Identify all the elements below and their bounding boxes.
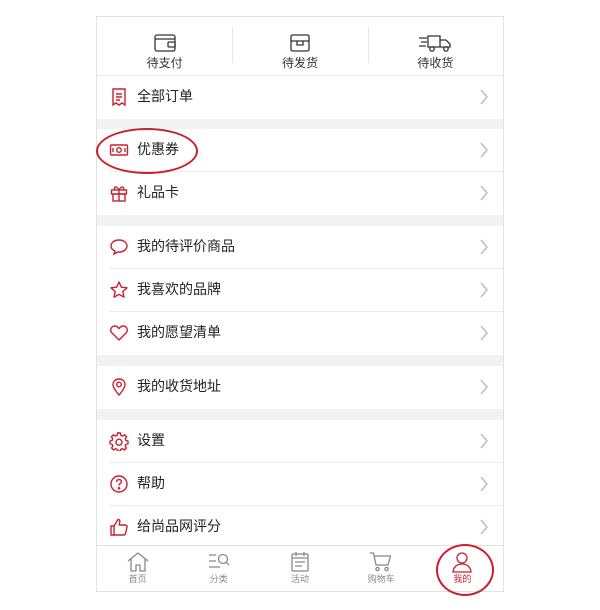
menu-item-label: 全部订单	[137, 89, 193, 105]
section-gap	[97, 409, 503, 420]
user-icon	[452, 552, 473, 573]
chevron-right-icon	[480, 519, 488, 535]
menu-item-gift-card[interactable]: 礼品卡	[97, 172, 503, 215]
menu-item-label: 我的愿望清单	[137, 325, 221, 341]
tab-label: 购物车	[367, 575, 395, 585]
menu-item-label: 我的收货地址	[137, 379, 221, 395]
menu-item-all-orders[interactable]: 全部订单	[97, 76, 503, 119]
menu-item-label: 优惠券	[137, 142, 179, 158]
coupon-icon	[109, 144, 129, 156]
order-status-pending-payment[interactable]: 待支付	[97, 17, 232, 75]
tab-events[interactable]: 活动	[259, 546, 340, 591]
tab-cart[interactable]: 购物车	[341, 546, 422, 591]
category-search-icon	[208, 553, 230, 568]
menu-item-shipping-address[interactable]: 我的收货地址	[97, 366, 503, 409]
order-status-pending-shipment[interactable]: 待发货	[232, 17, 367, 75]
order-status-bar: 待支付 待发货 待收货	[97, 17, 503, 75]
cart-icon	[370, 552, 392, 572]
menu-item-label: 我喜欢的品牌	[137, 282, 221, 298]
tab-home[interactable]: 首页	[97, 546, 178, 591]
section-gap	[97, 215, 503, 226]
menu-item-label: 礼品卡	[137, 185, 179, 201]
menu-item-pending-reviews[interactable]: 我的待评价商品	[97, 226, 503, 269]
section-gap	[97, 119, 503, 129]
chevron-right-icon	[480, 325, 488, 341]
bottom-tab-bar: 首页 分类 活动 购物车 我的	[97, 545, 503, 591]
chevron-right-icon	[480, 185, 488, 201]
gear-icon	[109, 432, 129, 451]
chevron-right-icon	[480, 142, 488, 158]
order-status-label: 待支付	[146, 56, 183, 70]
tab-label: 我的	[453, 575, 472, 585]
menu-item-label: 给尚品网评分	[137, 519, 221, 535]
tab-label: 首页	[128, 575, 147, 585]
thumbs-up-icon	[110, 518, 128, 536]
menu-item-help[interactable]: 帮助	[97, 463, 503, 506]
chevron-right-icon	[480, 476, 488, 492]
menu-item-settings[interactable]: 设置	[97, 420, 503, 463]
delivery-truck-icon	[419, 35, 451, 52]
order-status-pending-receipt[interactable]: 待收货	[367, 17, 503, 75]
tab-label: 活动	[291, 575, 310, 585]
menu-item-wishlist[interactable]: 我的愿望清单	[97, 312, 503, 355]
calendar-icon	[291, 552, 309, 572]
tab-label: 分类	[209, 575, 228, 585]
receipt-icon	[112, 88, 126, 107]
order-status-label: 待收货	[417, 56, 454, 70]
help-icon	[110, 475, 128, 493]
section-gap	[97, 355, 503, 366]
chevron-right-icon	[480, 239, 488, 255]
menu-item-label: 帮助	[137, 476, 165, 492]
menu-item-rate-app[interactable]: 给尚品网评分	[97, 506, 503, 549]
chevron-right-icon	[480, 282, 488, 298]
chevron-right-icon	[480, 89, 488, 105]
menu-item-label: 我的待评价商品	[137, 239, 235, 255]
menu-item-coupons[interactable]: 优惠券	[97, 129, 503, 172]
tab-category[interactable]: 分类	[178, 546, 259, 591]
home-icon	[127, 552, 148, 572]
order-status-label: 待发货	[281, 56, 318, 70]
menu-item-label: 设置	[137, 433, 165, 449]
wallet-icon	[154, 34, 176, 52]
tab-me[interactable]: 我的	[422, 546, 503, 591]
package-icon	[290, 34, 310, 52]
chevron-right-icon	[480, 433, 488, 449]
chevron-right-icon	[480, 379, 488, 395]
my-account-screen: 待支付 待发货 待收货 全部订单 优惠券 礼品卡 我的待评价商品 我喜欢的品牌 …	[96, 16, 504, 592]
location-pin-icon	[112, 378, 126, 397]
star-icon	[110, 281, 128, 298]
heart-icon	[110, 325, 128, 341]
gift-icon	[110, 186, 128, 202]
comment-icon	[110, 239, 128, 256]
menu-item-favorite-brands[interactable]: 我喜欢的品牌	[97, 269, 503, 312]
